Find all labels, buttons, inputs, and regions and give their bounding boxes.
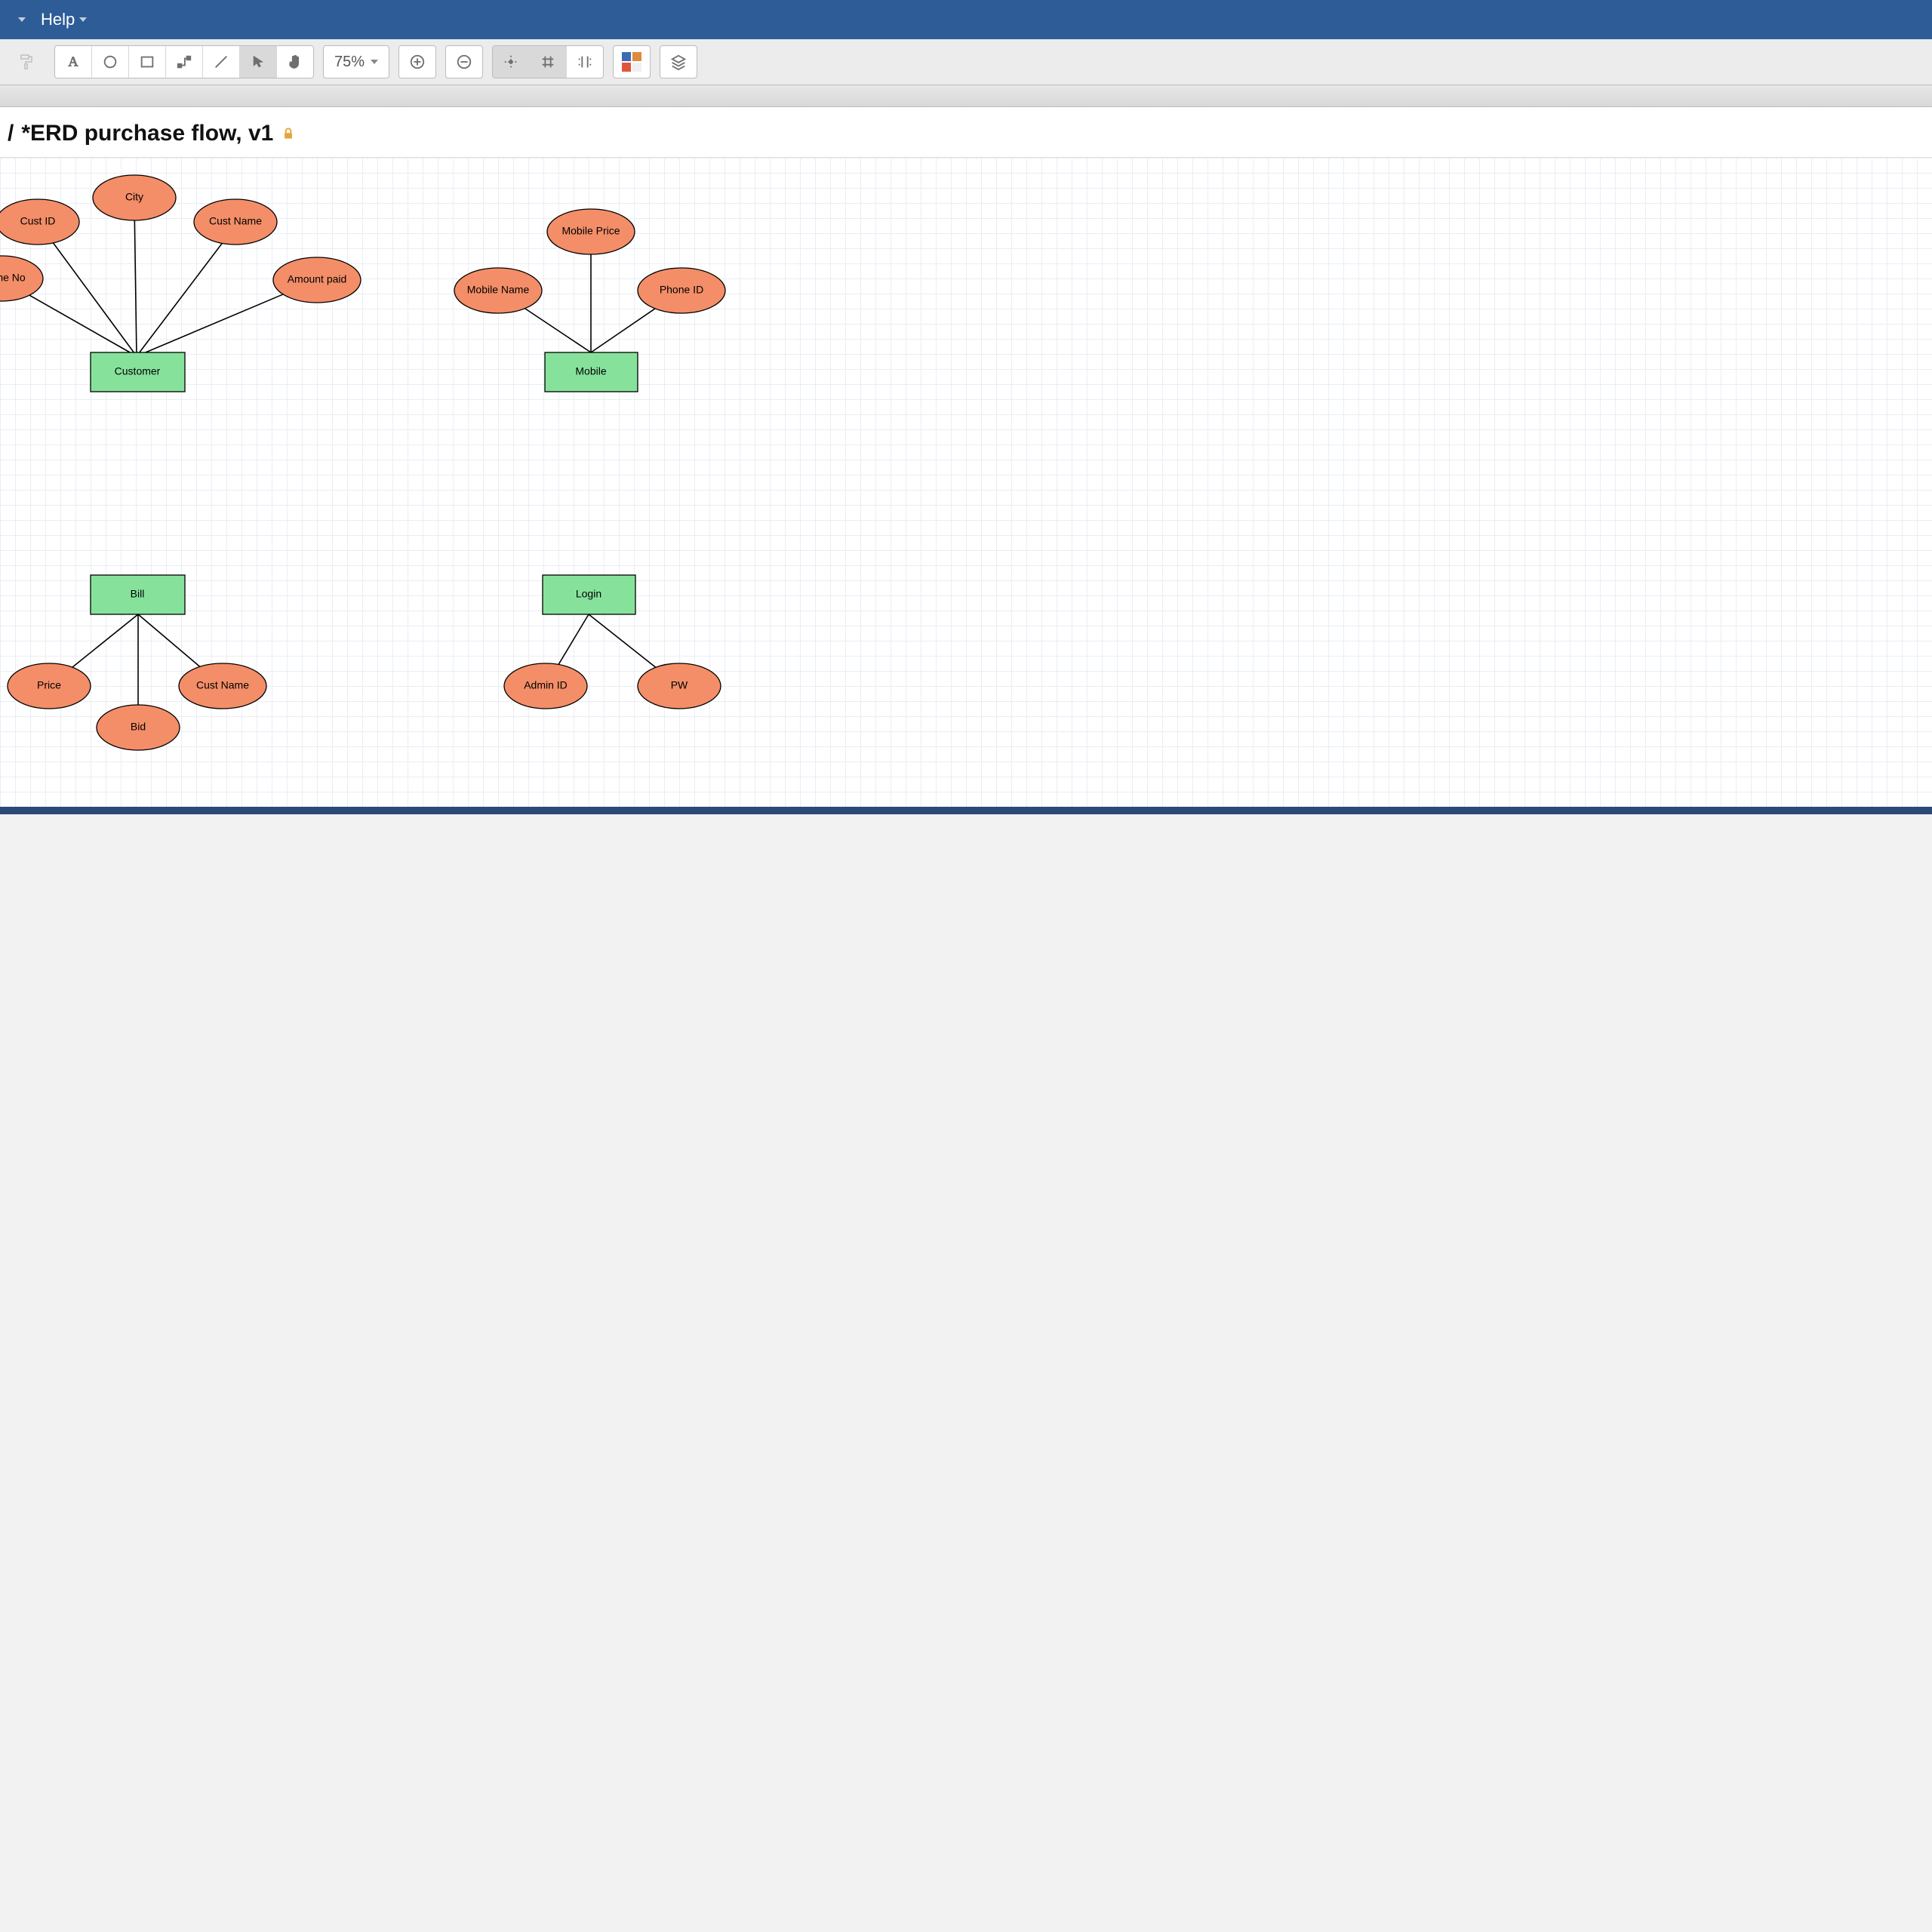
pointer-tool-button[interactable] (239, 46, 276, 78)
palette-icon (622, 52, 641, 72)
erd-attribute-label: Amount paid (288, 273, 347, 285)
pan-tool-button[interactable] (276, 46, 313, 78)
line-icon (213, 54, 229, 70)
circle-tool-button[interactable] (91, 46, 128, 78)
zoom-in-button[interactable] (398, 45, 436, 78)
erd-diagram: Cust ID City Cust Name Amount paid ne No… (0, 158, 824, 807)
snap-tool-group (492, 45, 604, 78)
rectangle-tool-button[interactable] (128, 46, 165, 78)
snap-grid-button[interactable] (529, 46, 566, 78)
snap-grid-icon (540, 54, 556, 70)
breadcrumb: / *ERD purchase flow, v1 (0, 107, 1932, 157)
edge (137, 226, 235, 356)
text-icon: A (65, 54, 82, 70)
zoom-value: 75% (334, 54, 365, 71)
menubar: Help (0, 0, 1932, 39)
erd-attribute-label: City (125, 191, 143, 203)
erd-attribute-label: Admin ID (524, 679, 568, 691)
menu-item-help[interactable]: Help (33, 10, 94, 29)
menu-label: Help (41, 10, 75, 29)
footer-bar (0, 807, 1932, 814)
rectangle-icon (139, 54, 155, 70)
paint-format-icon (17, 53, 35, 71)
line-tool-button[interactable] (202, 46, 239, 78)
erd-attribute-label: Cust ID (20, 215, 56, 227)
pan-hand-icon (287, 54, 303, 70)
canvas[interactable]: Cust ID City Cust Name Amount paid ne No… (0, 157, 1932, 807)
layers-button[interactable] (660, 45, 697, 78)
chevron-down-icon (79, 17, 87, 22)
toolbar-shelf (0, 85, 1932, 107)
breadcrumb-sep: / (8, 121, 14, 146)
erd-attribute-label: Price (37, 679, 61, 691)
erd-attribute-label: PW (671, 679, 688, 691)
erd-entity-label: Customer (115, 365, 161, 377)
erd-attribute-label: ne No (0, 272, 26, 284)
erd-attribute-label: Bid (131, 721, 146, 733)
edge (134, 203, 137, 356)
zoom-in-icon (409, 54, 426, 70)
erd-entity-label: Mobile (575, 365, 606, 377)
zoom-out-button[interactable] (445, 45, 483, 78)
connector-tool-button[interactable] (165, 46, 202, 78)
svg-text:A: A (68, 54, 78, 69)
lock-icon (281, 126, 296, 141)
paint-format-button[interactable] (8, 45, 45, 78)
chevron-down-icon (371, 60, 378, 64)
snap-point-icon (503, 54, 519, 70)
toolbar: A 75% (0, 39, 1932, 85)
erd-attribute-label: Mobile Price (561, 225, 620, 237)
erd-entity-label: Login (576, 588, 601, 600)
palette-button[interactable] (613, 45, 651, 78)
erd-entity-label: Bill (131, 588, 145, 600)
snap-edge-icon (577, 54, 593, 70)
connector-icon (176, 54, 192, 70)
erd-attribute-label: Phone ID (660, 284, 703, 296)
erd-attribute-label: Cust Name (209, 215, 262, 227)
zoom-select[interactable]: 75% (323, 45, 389, 78)
erd-attribute-label: Cust Name (196, 679, 249, 691)
erd-attribute-label: Mobile Name (467, 284, 530, 296)
menu-item-truncated[interactable] (11, 17, 33, 22)
zoom-out-icon (456, 54, 472, 70)
layers-icon (670, 54, 687, 70)
page-title: *ERD purchase flow, v1 (21, 121, 273, 146)
shape-tool-group: A (54, 45, 314, 78)
text-tool-button[interactable]: A (55, 46, 91, 78)
chevron-down-icon (18, 17, 26, 22)
snap-edge-button[interactable] (566, 46, 603, 78)
snap-point-button[interactable] (493, 46, 529, 78)
circle-icon (102, 54, 118, 70)
pointer-icon (251, 54, 266, 69)
